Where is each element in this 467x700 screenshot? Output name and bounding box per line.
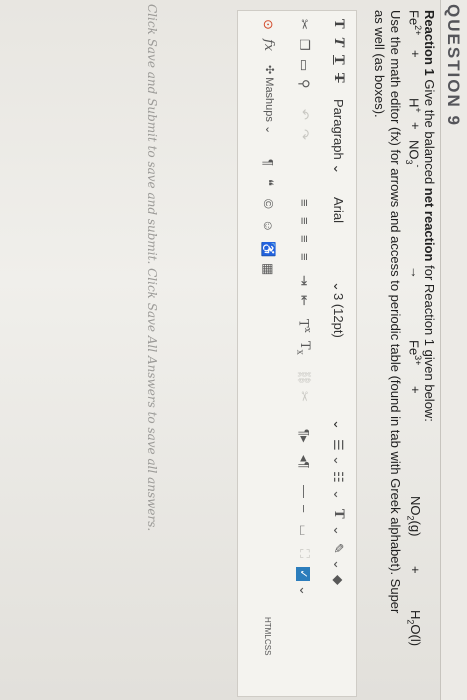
- paragraph-mark-icon[interactable]: ¶: [261, 159, 276, 166]
- species-h2o: H2O(l): [405, 610, 423, 647]
- emoji-icon[interactable]: ☺: [261, 219, 276, 232]
- chevron-down-icon[interactable]: ⌄: [296, 585, 312, 596]
- question-title: QUESTION 9: [444, 4, 463, 127]
- question-header: QUESTION 9: [440, 0, 467, 700]
- undo-icon[interactable]: ↶: [296, 109, 312, 120]
- font-dropdown[interactable]: Arial: [331, 197, 346, 223]
- footer-note: Click Save and Submit to save and submit…: [145, 4, 159, 532]
- italic-button[interactable]: T: [331, 37, 346, 47]
- reaction-arrow: →: [408, 266, 423, 279]
- chevron-down-icon[interactable]: ⌄: [330, 559, 346, 570]
- instruction-line-1: Use the math editor (fx) for arrows and …: [388, 10, 403, 614]
- outdent-icon[interactable]: ⇤: [296, 295, 312, 306]
- justify-icon[interactable]: ≡: [297, 253, 312, 261]
- chevron-down-icon: ⌄: [331, 163, 346, 175]
- line1-part-c: for Reaction 1 given below:: [422, 265, 437, 422]
- mashups-icon: ✣: [263, 65, 275, 75]
- fullscreen-icon[interactable]: ⛶: [296, 549, 312, 558]
- chevron-down-icon[interactable]: ⌄: [330, 281, 346, 292]
- quote-icon[interactable]: ❝: [260, 179, 276, 186]
- record-icon[interactable]: ⊙: [260, 19, 276, 30]
- species-fe3: Fe3+: [406, 340, 423, 366]
- species-h: H+: [406, 98, 423, 113]
- accessibility-icon[interactable]: ♿: [260, 241, 276, 257]
- line1-part-a: Give the balanced: [422, 79, 437, 185]
- instruction-line-2: as well (as boxes).: [372, 10, 387, 118]
- align-right-icon[interactable]: ≡: [297, 235, 312, 243]
- chevron-down-icon: ⌄: [263, 124, 275, 135]
- question-line-1: Reaction 1 Give the balanced net reactio…: [422, 10, 437, 422]
- species-no2: NO2(g): [405, 496, 423, 537]
- chevron-down-icon[interactable]: ⌄: [330, 419, 346, 430]
- numbered-list-icon[interactable]: ☷: [330, 471, 346, 483]
- unlink-icon[interactable]: ✂: [296, 391, 312, 402]
- ltr-direction-icon[interactable]: ¶▸: [296, 429, 312, 443]
- align-left-icon[interactable]: ≡: [297, 199, 312, 207]
- eraser-icon[interactable]: ◆: [330, 575, 346, 585]
- species-no3: NO3-: [404, 140, 423, 168]
- chevron-down-icon[interactable]: ⌄: [330, 489, 346, 500]
- link-icon[interactable]: ⛓: [296, 369, 312, 386]
- mashups-dropdown[interactable]: ✣ Mashups ⌄: [263, 65, 276, 134]
- species-fe2: Fe2+: [406, 10, 423, 36]
- plus-sign: +: [408, 50, 423, 58]
- html-button[interactable]: HTML: [263, 617, 272, 639]
- dash-icon[interactable]: –: [297, 505, 312, 512]
- plus-sign: +: [408, 122, 423, 130]
- copyright-icon[interactable]: ©: [261, 199, 276, 209]
- paste-icon[interactable]: ▭: [296, 59, 312, 71]
- reaction-equation: Fe2+ + H+ + NO3- → Fe3+ + NO2(g) + H2O(l…: [403, 10, 423, 700]
- net-reaction-text: net reaction: [422, 187, 437, 262]
- chevron-down-icon[interactable]: ⌄: [330, 455, 346, 466]
- toolbar-row-3: ⊙ fx ✣ Mashups ⌄ ¶ ❝ © ☺ ♿ ▦ HTML CSS: [254, 19, 276, 689]
- bold-button[interactable]: T: [331, 19, 346, 29]
- superscript-icon[interactable]: Tx: [296, 319, 312, 333]
- text-color-icon[interactable]: T: [331, 509, 346, 519]
- horizontal-rule-icon[interactable]: —: [297, 485, 312, 498]
- css-button[interactable]: CSS: [263, 639, 272, 655]
- rtl-direction-icon[interactable]: ◂¶: [296, 455, 312, 469]
- indent-icon[interactable]: ⇥: [296, 275, 312, 286]
- strikethrough-button[interactable]: T: [331, 73, 346, 83]
- plus-sign: +: [408, 386, 423, 394]
- spellcheck-icon[interactable]: ✓: [296, 567, 310, 581]
- redo-icon[interactable]: ↷: [296, 129, 312, 140]
- subscript-icon[interactable]: Tx: [294, 341, 312, 355]
- toolbar-row-1: T T T T Paragraph ⌄ Arial ⌄ 3 (12pt) ⌄ ☰…: [324, 19, 346, 689]
- reaction-label: Reaction 1: [422, 10, 437, 76]
- font-size-dropdown[interactable]: 3 (12pt): [331, 293, 346, 338]
- paragraph-dropdown[interactable]: Paragraph ⌄: [330, 99, 346, 174]
- toolbar-row-2: ✂ ❐ ▭ ⚲ ↶ ↷ ≡ ≡ ≡ ≡ ⇥ ⇤ Tx Tx ⛓ ✂ ¶▸ ◂¶ …: [290, 19, 312, 689]
- special-char-icon[interactable]: ⌴: [296, 525, 312, 535]
- search-icon[interactable]: ⚲: [296, 79, 312, 89]
- rotated-photo-screen: QUESTION 9 Reaction 1 Give the balanced …: [0, 0, 467, 700]
- copy-icon[interactable]: ❐: [296, 39, 312, 51]
- math-editor-button[interactable]: fx: [261, 39, 276, 51]
- chevron-down-icon[interactable]: ⌄: [330, 525, 346, 536]
- table-icon[interactable]: ▦: [260, 263, 276, 275]
- plus-sign: +: [408, 566, 423, 574]
- bullet-list-icon[interactable]: ☰: [330, 439, 346, 451]
- align-center-icon[interactable]: ≡: [297, 217, 312, 225]
- rich-text-editor-toolbar: T T T T Paragraph ⌄ Arial ⌄ 3 (12pt) ⌄ ☰…: [237, 10, 357, 697]
- highlight-pen-icon[interactable]: ✎: [330, 543, 346, 554]
- cut-icon[interactable]: ✂: [296, 19, 312, 30]
- underline-button[interactable]: T: [331, 55, 346, 65]
